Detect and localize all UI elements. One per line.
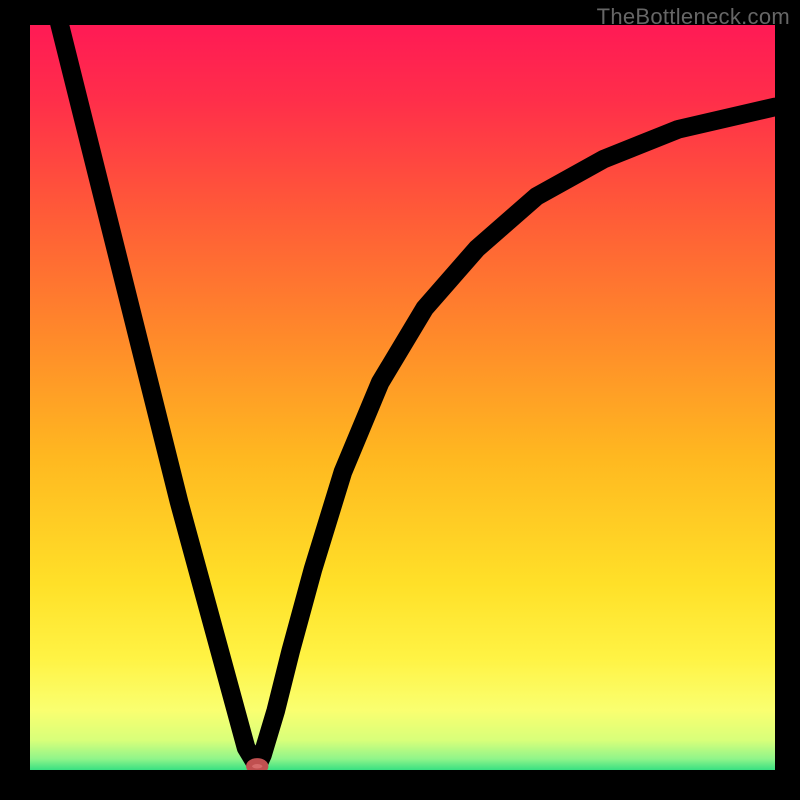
chart-plot-area bbox=[30, 25, 775, 770]
watermark-text: TheBottleneck.com bbox=[597, 4, 790, 30]
chart-curve-layer bbox=[30, 25, 775, 770]
minimum-point-marker bbox=[249, 761, 265, 770]
bottleneck-curve bbox=[30, 25, 775, 766]
